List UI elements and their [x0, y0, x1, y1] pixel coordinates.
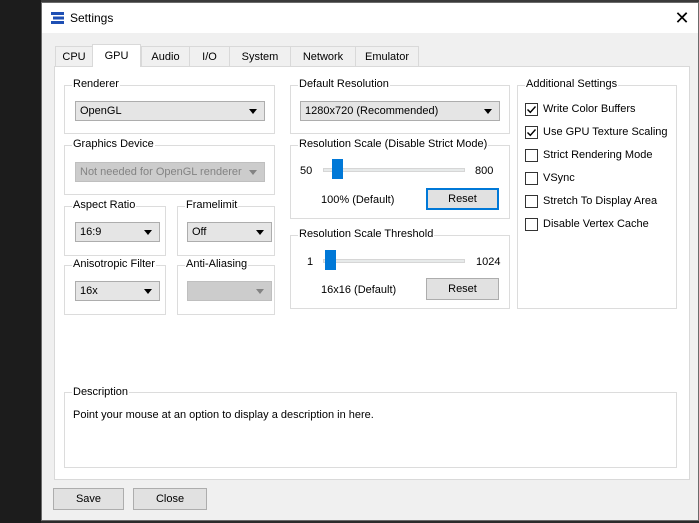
aspect-ratio-label: Aspect Ratio	[72, 199, 137, 211]
tab-cpu[interactable]: CPU	[55, 46, 93, 66]
tab-label: Emulator	[364, 50, 410, 63]
graphics-device-select[interactable]: Not needed for OpenGL renderer	[75, 162, 265, 182]
resolution-scale-slider-thumb[interactable]	[331, 159, 343, 179]
checkbox-label: VSync	[543, 172, 575, 184]
tab-label: Audio	[151, 50, 180, 63]
resolution-scale-max: 800	[475, 165, 494, 177]
chevron-down-icon	[256, 230, 264, 235]
resolution-scale-label: Resolution Scale (Disable Strict Mode)	[298, 138, 489, 150]
checkmark-icon	[527, 106, 537, 114]
anti-aliasing-select[interactable]	[187, 281, 272, 301]
checkbox[interactable]	[525, 172, 538, 185]
title-bar[interactable]: Settings ✕	[42, 3, 698, 33]
checkbox-label: Use GPU Texture Scaling	[543, 126, 668, 138]
framelimit-label: Framelimit	[185, 199, 239, 211]
tab-system[interactable]: System	[229, 46, 291, 66]
tab-label: System	[241, 50, 279, 63]
tab-emulator[interactable]: Emulator	[355, 46, 419, 66]
default-resolution-value: 1280x720 (Recommended)	[305, 105, 439, 117]
chevron-down-icon	[256, 289, 264, 294]
checkbox[interactable]	[525, 103, 538, 116]
resolution-threshold-track[interactable]	[323, 259, 465, 263]
tab-label: GPU	[104, 50, 129, 62]
tab-io[interactable]: I/O	[189, 46, 230, 66]
resolution-threshold-label: Resolution Scale Threshold	[298, 228, 435, 240]
save-button[interactable]: Save	[53, 488, 124, 510]
description-label: Description	[72, 386, 130, 398]
checkbox[interactable]	[525, 195, 538, 208]
button-label: Save	[75, 493, 102, 505]
graphics-device-value: Not needed for OpenGL renderer	[80, 166, 242, 178]
renderer-value: OpenGL	[80, 105, 122, 117]
close-button[interactable]: Close	[133, 488, 207, 510]
checkbox-label: Strict Rendering Mode	[543, 149, 653, 161]
framelimit-value: Off	[192, 226, 207, 238]
tab-gpu[interactable]: GPU	[92, 44, 141, 67]
aspect-ratio-value: 16:9	[80, 226, 102, 238]
close-window-button[interactable]: ✕	[670, 6, 694, 30]
checkbox-label: Disable Vertex Cache	[543, 218, 649, 230]
checkbox-label: Stretch To Display Area	[543, 195, 658, 207]
aspect-ratio-select[interactable]: 16:9	[75, 222, 160, 242]
checkbox[interactable]	[525, 149, 538, 162]
window-title: Settings	[70, 11, 114, 25]
tab-label: Network	[302, 50, 344, 63]
renderer-select[interactable]: OpenGL	[75, 101, 265, 121]
description-text: Point your mouse at an option to display…	[73, 409, 374, 421]
graphics-device-label: Graphics Device	[72, 138, 155, 150]
button-label: Reset	[448, 193, 477, 205]
resolution-threshold-reset-button[interactable]: Reset	[426, 278, 499, 300]
button-label: Reset	[448, 283, 477, 295]
framelimit-select[interactable]: Off	[187, 222, 272, 242]
app-logo-icon	[51, 12, 64, 24]
resolution-threshold-slider-thumb[interactable]	[324, 250, 336, 270]
resolution-threshold-min: 1	[307, 256, 314, 268]
close-icon: ✕	[674, 7, 690, 28]
renderer-label: Renderer	[72, 78, 120, 90]
chevron-down-icon	[484, 109, 492, 114]
anisotropic-filter-select[interactable]: 16x	[75, 281, 160, 301]
tab-audio[interactable]: Audio	[141, 46, 190, 66]
checkbox[interactable]	[525, 218, 538, 231]
gpu-tab-panel: Renderer OpenGL Graphics Device Not need…	[54, 66, 690, 480]
resolution-scale-track[interactable]	[323, 168, 465, 172]
settings-window: Settings ✕ CPU GPU Audio I/O System Netw…	[41, 2, 699, 521]
additional-settings-label: Additional Settings	[525, 78, 619, 90]
default-resolution-label: Default Resolution	[298, 78, 390, 90]
chevron-down-icon	[144, 289, 152, 294]
anisotropic-filter-value: 16x	[80, 285, 98, 297]
button-label: Close	[155, 493, 185, 505]
chevron-down-icon	[249, 170, 257, 175]
checkbox-label: Write Color Buffers	[543, 103, 636, 115]
default-resolution-select[interactable]: 1280x720 (Recommended)	[300, 101, 500, 121]
anti-aliasing-label: Anti-Aliasing	[185, 258, 249, 270]
resolution-threshold-max: 1024	[476, 256, 501, 268]
chevron-down-icon	[249, 109, 257, 114]
resolution-threshold-value: 16x16 (Default)	[321, 284, 397, 296]
resolution-scale-reset-button[interactable]: Reset	[426, 188, 499, 210]
resolution-scale-value: 100% (Default)	[321, 194, 395, 206]
tab-label: I/O	[202, 50, 217, 63]
resolution-scale-min: 50	[300, 165, 313, 177]
background-left-strip	[0, 0, 41, 523]
tab-label: CPU	[62, 50, 86, 63]
chevron-down-icon	[144, 230, 152, 235]
tab-network[interactable]: Network	[290, 46, 356, 66]
anisotropic-filter-label: Anisotropic Filter	[72, 258, 156, 270]
description-group	[64, 392, 677, 468]
checkbox[interactable]	[525, 126, 538, 139]
checkmark-icon	[527, 129, 537, 137]
